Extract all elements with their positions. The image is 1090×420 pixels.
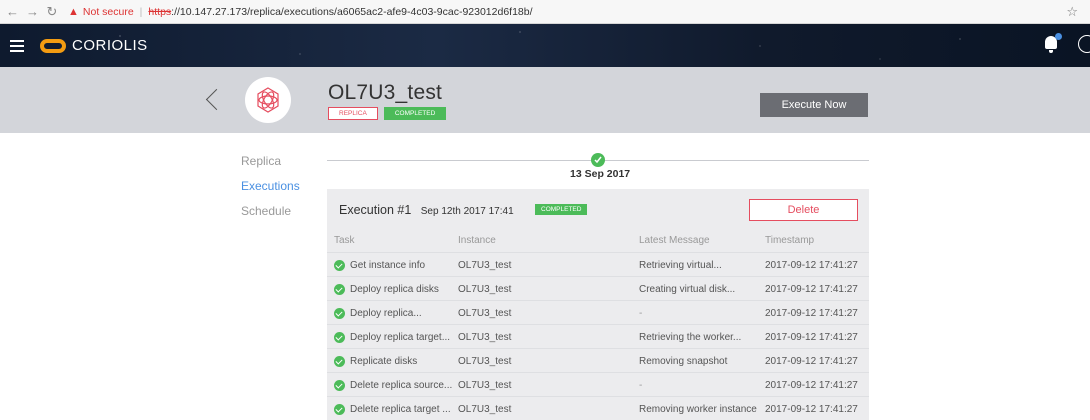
table-row[interactable]: Get instance info OL7U3_test Retrieving vi… xyxy=(327,252,869,276)
task-instance: OL7U3_test xyxy=(458,284,512,295)
replica-icon xyxy=(245,77,291,123)
task-timestamp: 2017-09-12 17:41:27 xyxy=(765,380,858,391)
warning-icon: ▲ xyxy=(68,5,79,18)
task-name: Delete replica target ... xyxy=(350,404,451,415)
table-row[interactable]: Replicate disks OL7U3_test Removing snapsh… xyxy=(327,348,869,372)
task-complete-check-icon xyxy=(334,332,345,343)
column-header-instance: Instance xyxy=(458,235,496,246)
execution-title: Execution #1 xyxy=(339,203,412,217)
tasks-table-body: Get instance info OL7U3_test Retrieving vi… xyxy=(327,252,869,420)
task-latest-message: Retrieving the worker... xyxy=(639,332,742,343)
logo-ring-icon xyxy=(40,38,66,53)
execution-panel: Execution #1 Sep 12th 2017 17:41 COMPLET… xyxy=(327,189,869,420)
task-complete-check-icon xyxy=(334,404,345,415)
user-avatar-icon[interactable] xyxy=(1078,35,1090,53)
status-badge: COMPLETED xyxy=(383,107,447,120)
table-row[interactable]: Deploy replica disks OL7U3_test Creating v… xyxy=(327,276,869,300)
url-scheme[interactable]: https xyxy=(148,6,171,18)
type-badge: REPLICA xyxy=(328,107,378,120)
sidenav-item-replica[interactable]: Replica xyxy=(241,154,300,168)
task-name: Deploy replica disks xyxy=(350,284,439,295)
side-navigation: Replica Executions Schedule xyxy=(241,154,300,229)
brand-name: CORIOLIS xyxy=(72,37,148,54)
task-latest-message: - xyxy=(639,380,643,391)
task-instance: OL7U3_test xyxy=(458,404,512,415)
bookmark-star-icon[interactable]: ☆ xyxy=(1066,4,1078,20)
task-instance: OL7U3_test xyxy=(458,380,512,391)
delete-execution-button[interactable]: Delete xyxy=(749,199,858,221)
timeline-date: 13 Sep 2017 xyxy=(570,168,631,180)
top-navbar: CORIOLIS xyxy=(0,24,1090,67)
url-path[interactable]: ://10.147.27.173/replica/executions/a606… xyxy=(171,6,532,18)
task-instance: OL7U3_test xyxy=(458,308,512,319)
sidenav-item-executions[interactable]: Executions xyxy=(241,179,300,193)
task-timestamp: 2017-09-12 17:41:27 xyxy=(765,332,858,343)
task-instance: OL7U3_test xyxy=(458,332,512,343)
task-latest-message: - xyxy=(639,308,643,319)
badges: REPLICA COMPLETED xyxy=(328,107,447,120)
browser-nav: ← → ↻ xyxy=(0,4,58,20)
task-latest-message: Removing worker instance xyxy=(639,404,757,415)
task-name: Delete replica source... xyxy=(350,380,453,391)
replica-title-block: OL7U3_test REPLICA COMPLETED xyxy=(328,81,447,120)
browser-address-bar: ← → ↻ ▲ Not secure | https ://10.147.27.… xyxy=(0,0,1090,24)
task-complete-check-icon xyxy=(334,380,345,391)
url-separator: | xyxy=(139,5,143,18)
task-complete-check-icon xyxy=(334,308,345,319)
forward-arrow-icon[interactable]: → xyxy=(26,4,39,19)
tasks-table-header: Task Instance Latest Message Timestamp xyxy=(327,230,869,252)
column-header-timestamp: Timestamp xyxy=(765,235,815,246)
task-timestamp: 2017-09-12 17:41:27 xyxy=(765,308,858,319)
task-timestamp: 2017-09-12 17:41:27 xyxy=(765,404,858,415)
task-timestamp: 2017-09-12 17:41:27 xyxy=(765,284,858,295)
table-row[interactable]: Deploy replica... OL7U3_test - 2017-09-12 1… xyxy=(327,300,869,324)
task-latest-message: Removing snapshot xyxy=(639,356,728,367)
page-title: OL7U3_test xyxy=(328,81,443,104)
back-arrow-icon[interactable]: ← xyxy=(6,4,19,19)
task-latest-message: Retrieving virtual... xyxy=(639,260,722,271)
task-name: Get instance info xyxy=(350,260,426,271)
task-timestamp: 2017-09-12 17:41:27 xyxy=(765,356,858,367)
notification-dot xyxy=(1055,33,1062,40)
column-header-latest-message: Latest Message xyxy=(639,235,710,246)
execution-header: Execution #1 Sep 12th 2017 17:41 COMPLET… xyxy=(327,189,869,230)
task-complete-check-icon xyxy=(334,284,345,295)
hamburger-menu-icon[interactable] xyxy=(10,39,24,52)
replica-header: OL7U3_test REPLICA COMPLETED Execute Now xyxy=(0,67,1090,133)
task-instance: OL7U3_test xyxy=(458,260,512,271)
task-complete-check-icon xyxy=(334,260,345,271)
table-row[interactable]: Deploy replica target... OL7U3_test Retrie… xyxy=(327,324,869,348)
task-name: Deploy replica... xyxy=(350,308,422,319)
task-instance: OL7U3_test xyxy=(458,356,512,367)
notification-bell-icon[interactable] xyxy=(1044,33,1062,54)
execution-title-block: Execution #1 Sep 12th 2017 17:41 xyxy=(339,203,514,217)
column-header-task: Task xyxy=(334,235,355,246)
sidenav-item-schedule[interactable]: Schedule xyxy=(241,204,300,218)
execute-now-button[interactable]: Execute Now xyxy=(760,93,868,117)
task-name: Deploy replica target... xyxy=(350,332,451,343)
table-row[interactable]: Delete replica source... OL7U3_test - 2017-… xyxy=(327,372,869,396)
table-row[interactable]: Delete replica target ... OL7U3_test Remov… xyxy=(327,396,869,420)
task-timestamp: 2017-09-12 17:41:27 xyxy=(765,260,858,271)
timeline-check-icon[interactable] xyxy=(591,153,605,167)
task-name: Replicate disks xyxy=(350,356,418,367)
not-secure-label[interactable]: Not secure xyxy=(83,6,134,18)
task-latest-message: Creating virtual disk... xyxy=(639,284,736,295)
coriolis-logo[interactable]: CORIOLIS xyxy=(40,37,148,54)
back-chevron-icon[interactable] xyxy=(206,89,220,111)
reload-icon[interactable]: ↻ xyxy=(46,4,58,20)
execution-status-badge: COMPLETED xyxy=(535,204,588,215)
task-complete-check-icon xyxy=(334,356,345,367)
execution-date: Sep 12th 2017 17:41 xyxy=(420,206,514,217)
